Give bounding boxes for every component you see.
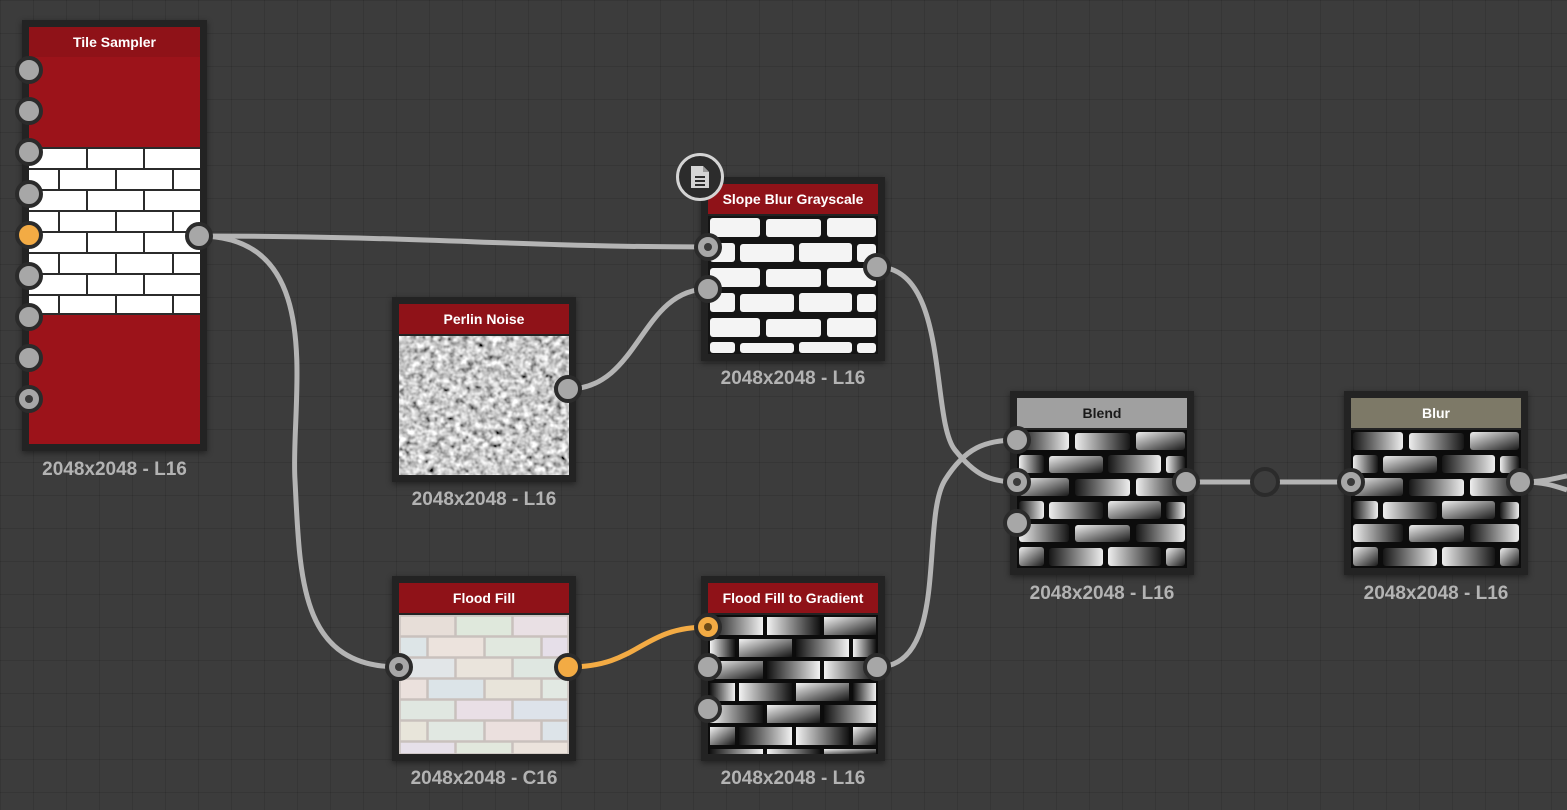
node-resolution-label: 2048x2048 - L16 — [720, 368, 866, 389]
node-perlin-noise[interactable]: Perlin Noise — [392, 297, 576, 482]
node-slope-blur-grayscale[interactable]: Slope Blur Grayscale — [701, 177, 885, 361]
input-port[interactable] — [15, 344, 43, 372]
node-title: Tile Sampler — [29, 27, 200, 57]
node-thumbnail — [399, 336, 569, 475]
node-resolution-label: 2048x2048 - L16 — [720, 768, 866, 789]
input-port[interactable] — [1003, 426, 1031, 454]
input-port[interactable] — [15, 303, 43, 331]
node-resolution-label: 2048x2048 - L16 — [1363, 583, 1509, 604]
input-port-connected[interactable] — [385, 653, 413, 681]
node-resolution-label: 2048x2048 - L16 — [1029, 583, 1175, 604]
output-port[interactable] — [185, 222, 213, 250]
node-title: Blend — [1017, 398, 1187, 428]
input-port[interactable] — [15, 138, 43, 166]
node-blend[interactable]: Blend — [1010, 391, 1194, 575]
node-resolution-label: 2048x2048 - L16 — [411, 489, 557, 510]
input-port-connected[interactable] — [15, 385, 43, 413]
input-port-connected[interactable] — [1003, 468, 1031, 496]
wire-tile-sampler-to-slope-blur[interactable] — [198, 233, 709, 250]
wire-slope-blur-to-blend[interactable] — [876, 264, 1018, 485]
node-resolution-label: 2048x2048 - L16 — [42, 459, 187, 480]
node-blur[interactable]: Blur — [1344, 391, 1528, 575]
input-port[interactable] — [694, 695, 722, 723]
node-thumbnail — [1017, 430, 1187, 568]
input-port-selected[interactable] — [694, 613, 722, 641]
wire-tile-sampler-to-flood-fill[interactable] — [198, 233, 400, 670]
node-flood-fill-to-gradient[interactable]: Flood Fill to Gradient — [701, 576, 885, 761]
input-port[interactable] — [694, 275, 722, 303]
input-port[interactable] — [15, 262, 43, 290]
input-port[interactable] — [15, 180, 43, 208]
input-port[interactable] — [694, 653, 722, 681]
input-port[interactable] — [15, 97, 43, 125]
input-port-connected[interactable] — [694, 233, 722, 261]
node-title: Flood Fill — [399, 583, 569, 613]
node-flood-fill[interactable]: Flood Fill — [392, 576, 576, 761]
node-thumbnail — [708, 216, 878, 354]
node-thumbnail — [708, 615, 878, 754]
output-port[interactable] — [1506, 468, 1534, 496]
node-thumbnail — [399, 615, 569, 754]
output-port[interactable] — [863, 653, 891, 681]
output-port-selected[interactable] — [554, 653, 582, 681]
input-port[interactable] — [1003, 509, 1031, 537]
node-title: Blur — [1351, 398, 1521, 428]
node-title: Slope Blur Grayscale — [708, 184, 878, 214]
output-port[interactable] — [1172, 468, 1200, 496]
wire-flood-fill-to-gradient[interactable] — [567, 624, 709, 670]
input-port[interactable] — [15, 56, 43, 84]
node-thumbnail — [1351, 430, 1521, 568]
node-tile-sampler[interactable]: Tile Sampler — [22, 20, 207, 451]
comment-icon[interactable] — [676, 153, 724, 201]
node-title: Perlin Noise — [399, 304, 569, 334]
wire-perlin-to-slope-blur[interactable] — [567, 286, 709, 392]
input-port-connected[interactable] — [1337, 468, 1365, 496]
wire-gradient-to-blend[interactable] — [876, 437, 1018, 670]
node-thumbnail — [29, 57, 200, 444]
wire-relay-dot[interactable] — [1250, 467, 1280, 497]
output-port[interactable] — [554, 375, 582, 403]
node-title: Flood Fill to Gradient — [708, 583, 878, 613]
node-resolution-label: 2048x2048 - C16 — [410, 768, 558, 789]
output-port[interactable] — [863, 253, 891, 281]
input-port-selected[interactable] — [15, 221, 43, 249]
